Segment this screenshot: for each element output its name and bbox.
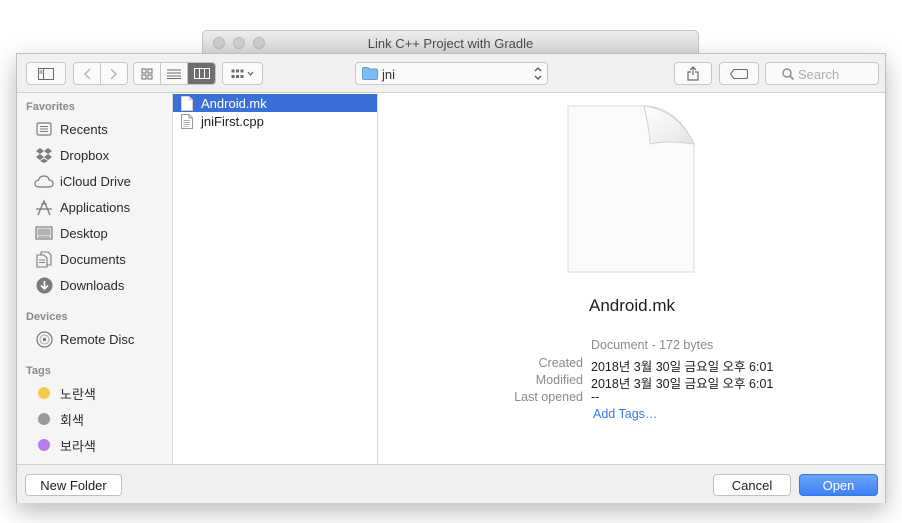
sidebar-item-remote-disc[interactable]: Remote Disc (17, 327, 172, 351)
sidebar-item-label: Documents (60, 251, 126, 267)
sidebar-item-label: Dropbox (60, 147, 110, 163)
sidebar-icon (38, 67, 54, 80)
icon-view-button[interactable] (134, 63, 161, 84)
new-folder-button[interactable]: New Folder (25, 474, 122, 496)
icon-view-icon (141, 68, 153, 79)
sidebar-item-applications[interactable]: Applications (17, 195, 172, 219)
sidebar-item-tag-purple[interactable]: 보라색 (17, 433, 172, 457)
tags-heading: Tags (26, 365, 51, 377)
folder-icon (362, 67, 378, 80)
file-icon (181, 95, 193, 111)
sidebar-item-tag-yellow[interactable]: 노란색 (17, 381, 172, 405)
sidebar-item-recents[interactable]: Recents (17, 117, 172, 141)
sidebar-item-icloud-drive[interactable]: iCloud Drive (17, 169, 172, 193)
sidebar-item-desktop[interactable]: Desktop (17, 221, 172, 245)
share-button[interactable] (674, 62, 712, 85)
sidebar-item-tag-gray[interactable]: 회색 (17, 407, 172, 431)
list-view-icon (167, 69, 181, 79)
desktop-icon (34, 223, 54, 243)
dialog-footer: New Folder Cancel Open (17, 464, 885, 503)
file-row-android-mk[interactable]: Android.mk (173, 94, 377, 112)
sidebar-item-label: Applications (60, 199, 131, 215)
column-view-button[interactable] (188, 63, 215, 84)
sidebar-item-documents[interactable]: Documents (17, 247, 172, 271)
meta-modified: Modified 2018년 3월 30일 금요일 오후 6:01 (379, 373, 885, 391)
meta-created: Created 2018년 3월 30일 금요일 오후 6:01 (379, 356, 885, 374)
tags-button[interactable] (719, 62, 759, 85)
tag-color-dot-icon (34, 409, 54, 429)
file-name: Android.mk (201, 95, 267, 111)
column-view-icon (193, 68, 210, 79)
cloud-icon (34, 171, 54, 191)
sidebar-item-label: Downloads (60, 277, 125, 293)
chevron-left-icon (83, 67, 91, 80)
sidebar-item-label: Recents (60, 121, 108, 137)
arrange-grid-icon (231, 69, 253, 78)
dropbox-icon (34, 145, 54, 165)
sidebar-item-label: 노란색 (60, 386, 96, 402)
preview-file-kind: Document - 172 bytes (591, 338, 714, 352)
dialog-toolbar: jni (17, 54, 885, 93)
disc-icon (34, 329, 54, 349)
file-name: jniFirst.cpp (201, 113, 264, 129)
add-tags-link[interactable]: Add Tags… (593, 407, 657, 421)
documents-icon (34, 249, 54, 269)
meta-label: Modified (535, 373, 583, 387)
location-label: jni (382, 67, 396, 82)
forward-button[interactable] (101, 63, 127, 84)
sidebar-item-dropbox[interactable]: Dropbox (17, 143, 172, 167)
search-field[interactable] (765, 62, 879, 85)
sidebar-item-label: 보라색 (60, 438, 96, 454)
preview-file-name: Android.mk (589, 296, 675, 315)
favorites-heading: Favorites (26, 101, 75, 113)
sidebar-toggle-button[interactable] (26, 62, 66, 85)
meta-label: Last opened (514, 390, 583, 404)
tag-color-dot-icon (34, 435, 54, 455)
sidebar-item-downloads[interactable]: Downloads (17, 273, 172, 297)
document-preview-icon (567, 105, 695, 273)
file-row-jnifirst-cpp[interactable]: jniFirst.cpp (173, 112, 377, 130)
back-button[interactable] (74, 63, 101, 84)
devices-heading: Devices (26, 311, 68, 323)
open-file-dialog: jni Favorites (16, 53, 886, 503)
popup-arrows-icon (534, 67, 542, 80)
open-button[interactable]: Open (799, 474, 878, 496)
location-popup[interactable]: jni (355, 62, 548, 85)
meta-last-opened: Last opened -- (379, 390, 885, 407)
sidebar-item-label: Desktop (60, 225, 108, 241)
file-column: Android.mk jniFirst.cpp (173, 93, 378, 464)
applications-icon (34, 197, 54, 217)
chevron-right-icon (110, 67, 117, 80)
tag-color-dot-icon (34, 383, 54, 403)
downloads-icon (34, 275, 54, 295)
sidebar-item-label: Remote Disc (60, 331, 135, 347)
sidebar: Favorites Recents Dropbox iCloud Drive A… (17, 93, 173, 464)
search-icon (782, 68, 794, 80)
search-input[interactable] (798, 66, 874, 82)
view-mode-buttons (133, 62, 216, 85)
arrange-button[interactable] (222, 62, 263, 85)
meta-value: -- (591, 390, 600, 404)
sidebar-item-label: 회색 (60, 412, 84, 428)
history-buttons (73, 62, 128, 85)
file-icon (181, 113, 193, 129)
tag-icon (730, 68, 748, 79)
recents-icon (34, 119, 54, 139)
preview-pane: Android.mk Document - 172 bytes Created … (379, 93, 885, 464)
list-view-button[interactable] (161, 63, 188, 84)
sidebar-item-label: iCloud Drive (60, 173, 131, 189)
window-title: Link C++ Project with Gradle (367, 36, 534, 51)
meta-label: Created (538, 356, 583, 370)
cancel-button[interactable]: Cancel (713, 474, 791, 496)
share-icon (687, 66, 699, 81)
